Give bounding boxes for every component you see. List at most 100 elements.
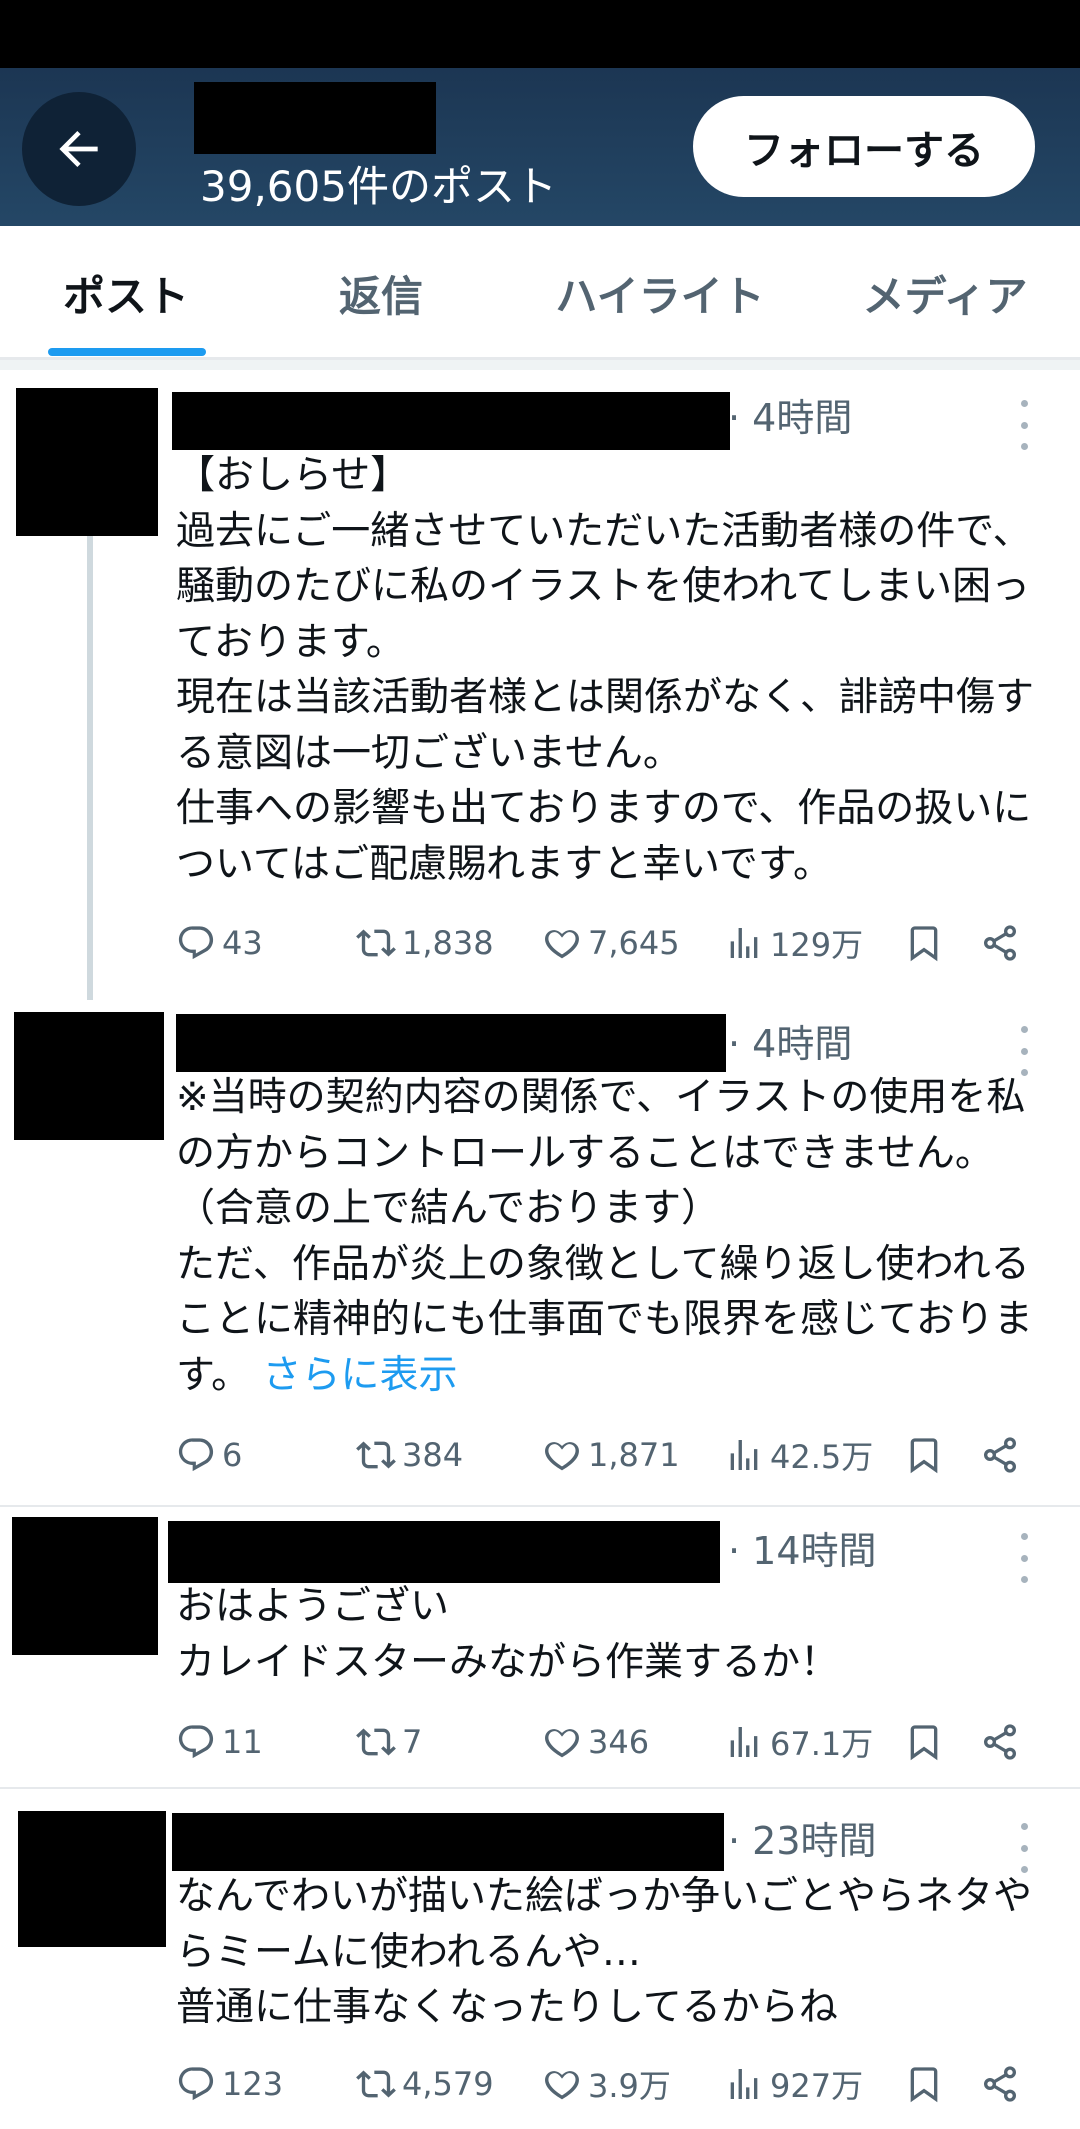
like-count: 1,871	[588, 1436, 680, 1474]
repost-count: 4,579	[402, 2065, 494, 2103]
repost-button[interactable]: 4,579	[356, 2059, 494, 2109]
view-count: 927万	[770, 2067, 864, 2105]
tab-media[interactable]: メディア	[810, 226, 1080, 360]
bookmark-icon	[910, 1725, 938, 1761]
display-name-redacted	[194, 82, 436, 154]
arrow-left-icon	[59, 131, 98, 167]
like-button[interactable]: 7,645	[542, 918, 680, 968]
post-time[interactable]: · 4時間	[728, 396, 852, 440]
post[interactable]: · 23時間 なんでわいが描いた絵ばっか争いごとやらネタやらミームに使われるんや…	[0, 1789, 1080, 2129]
reply-button[interactable]: 123	[176, 2059, 283, 2109]
views-button[interactable]: 927万	[724, 2059, 863, 2109]
reply-button[interactable]: 6	[176, 1430, 242, 1480]
views-button[interactable]: 129万	[724, 918, 863, 968]
bookmark-button[interactable]	[904, 1430, 944, 1480]
post[interactable]: · 4時間 ※当時の契約内容の関係で、イラストの使用を私の方からコントロールする…	[0, 1000, 1080, 1505]
heart-icon	[545, 930, 579, 959]
repost-button[interactable]: 384	[356, 1430, 463, 1480]
heart-icon	[545, 1442, 579, 1471]
status-bar	[0, 0, 1080, 68]
post-text: おはようござい カレイドスターみながら作業するか！	[176, 1579, 1046, 1690]
post-actions: 11 7 346 67.1万	[176, 1717, 1036, 1767]
tab-replies[interactable]: 返信	[252, 226, 510, 360]
username-redacted[interactable]	[168, 1521, 720, 1583]
post-actions: 123 4,579 3.9万 927万	[176, 2059, 1036, 2109]
heart-icon	[545, 2071, 579, 2100]
bookmark-button[interactable]	[904, 1717, 944, 1767]
reply-count: 6	[222, 1436, 243, 1474]
more-options-icon[interactable]	[1014, 1533, 1034, 1583]
repost-icon	[356, 2070, 396, 2098]
share-button[interactable]	[980, 2059, 1020, 2109]
post-actions: 6 384 1,871 42.5万	[176, 1430, 1036, 1480]
post-text: 【おしらせ】 過去にご一緒させていただいた活動者様の件で、騒動のたびに私のイラス…	[176, 448, 1046, 892]
view-count: 67.1万	[770, 1725, 874, 1763]
avatar[interactable]	[14, 1012, 164, 1140]
share-button[interactable]	[980, 1430, 1020, 1480]
reply-icon	[178, 1438, 214, 1472]
share-button[interactable]	[980, 1717, 1020, 1767]
reply-icon	[178, 2067, 214, 2101]
repost-count: 7	[402, 1723, 423, 1761]
post-time[interactable]: · 14時間	[728, 1529, 877, 1573]
repost-icon	[356, 1728, 396, 1756]
divider	[0, 360, 1080, 370]
views-icon	[730, 1440, 758, 1470]
views-icon	[730, 928, 758, 958]
more-options-icon[interactable]	[1014, 1823, 1034, 1873]
username-redacted[interactable]	[176, 1014, 726, 1072]
views-button[interactable]: 42.5万	[724, 1430, 873, 1480]
like-button[interactable]: 346	[542, 1717, 649, 1767]
bookmark-icon	[910, 926, 938, 962]
thread-line	[87, 536, 93, 1000]
post-body: ※当時の契約内容の関係で、イラストの使用を私の方からコントロールすることはできま…	[176, 1075, 1033, 1398]
profile-header: 39,605件のポスト フォローする	[0, 68, 1080, 226]
reply-count: 43	[222, 924, 263, 962]
like-count: 346	[588, 1723, 650, 1761]
username-redacted[interactable]	[172, 1813, 724, 1871]
tab-posts[interactable]: ポスト	[0, 226, 252, 360]
post-time[interactable]: · 23時間	[728, 1819, 877, 1863]
post-body: おはようござい カレイドスターみながら作業するか！	[176, 1584, 840, 1685]
share-icon	[984, 1724, 1016, 1760]
show-more-link[interactable]: さらに表示	[263, 1353, 458, 1398]
reply-count: 11	[222, 1723, 263, 1761]
views-icon	[730, 1727, 758, 1757]
views-button[interactable]: 67.1万	[724, 1717, 873, 1767]
reply-button[interactable]: 43	[176, 918, 263, 968]
profile-tabs: ポスト 返信 ハイライト メディア	[0, 226, 1080, 360]
reply-icon	[178, 1725, 214, 1759]
like-button[interactable]: 3.9万	[542, 2059, 671, 2109]
repost-button[interactable]: 1,838	[356, 918, 494, 968]
username-redacted[interactable]	[172, 392, 730, 450]
post[interactable]: · 14時間 おはようござい カレイドスターみながら作業するか！ 11 7 34…	[0, 1507, 1080, 1787]
repost-button[interactable]: 7	[356, 1717, 422, 1767]
reply-count: 123	[222, 2065, 284, 2103]
heart-icon	[545, 1729, 579, 1758]
avatar[interactable]	[18, 1811, 166, 1947]
like-count: 3.9万	[588, 2067, 671, 2105]
bookmark-icon	[910, 2067, 938, 2103]
avatar[interactable]	[12, 1517, 158, 1655]
post[interactable]: · 4時間 【おしらせ】 過去にご一緒させていただいた活動者様の件で、騒動のたび…	[0, 370, 1080, 1000]
like-button[interactable]: 1,871	[542, 1430, 680, 1480]
reply-button[interactable]: 11	[176, 1717, 263, 1767]
post-body: なんでわいが描いた絵ばっか争いごとやらネタやらミームに使われるんや… 普通に仕事…	[176, 1874, 1033, 2030]
back-button[interactable]	[22, 92, 136, 206]
avatar[interactable]	[16, 388, 158, 536]
follow-button[interactable]: フォローする	[693, 96, 1035, 197]
bookmark-button[interactable]	[904, 2059, 944, 2109]
views-icon	[730, 2069, 758, 2099]
post-time[interactable]: · 4時間	[728, 1022, 852, 1066]
post-text: ※当時の契約内容の関係で、イラストの使用を私の方からコントロールすることはできま…	[176, 1070, 1046, 1403]
repost-icon	[356, 1441, 396, 1469]
tab-highlights[interactable]: ハイライト	[510, 226, 810, 360]
more-options-icon[interactable]	[1014, 1026, 1034, 1076]
share-icon	[984, 1437, 1016, 1473]
share-button[interactable]	[980, 918, 1020, 968]
repost-count: 384	[402, 1436, 464, 1474]
bookmark-button[interactable]	[904, 918, 944, 968]
share-icon	[984, 2066, 1016, 2102]
more-options-icon[interactable]	[1014, 400, 1034, 450]
share-icon	[984, 925, 1016, 961]
